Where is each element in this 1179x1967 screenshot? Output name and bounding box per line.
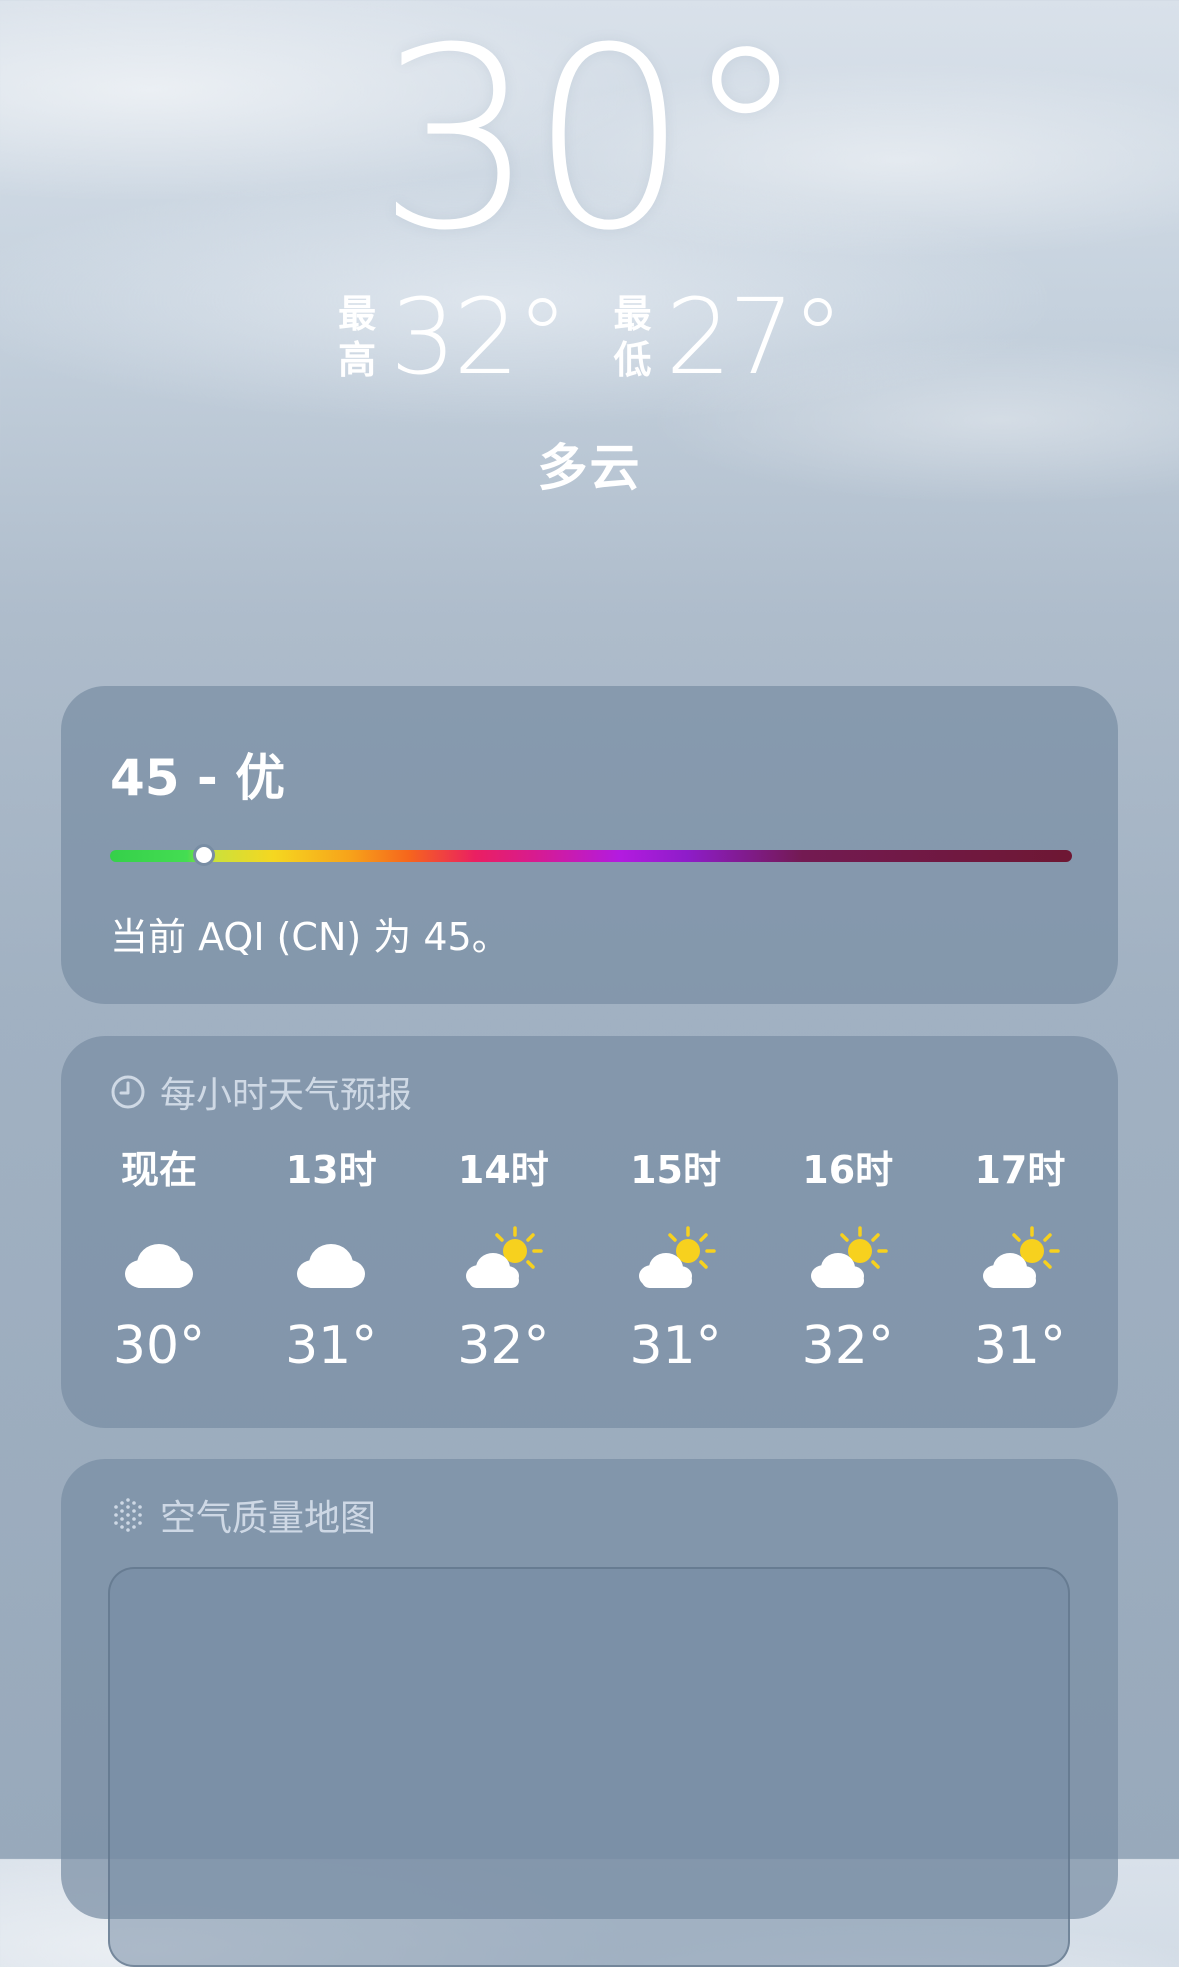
current-temperature: 30° [376, 0, 808, 285]
low-label-char-2: 低 [613, 338, 652, 382]
aqi-indicator-dot [193, 844, 216, 866]
hour-temperature: 30° [112, 1316, 206, 1376]
air-quality-map-card[interactable]: 空气质量地图 [61, 1459, 1118, 1967]
current-weather-header: 30° 最 高 32° 最 低 27° 多云 [0, 0, 1179, 560]
low-label-char-1: 最 [613, 292, 652, 336]
partly-sunny-icon [978, 1224, 1062, 1294]
low-temperature-value: 27° [665, 276, 844, 398]
hourly-item: 17时 31° [934, 1140, 1106, 1376]
weather-condition: 多云 [537, 439, 642, 497]
hourly-item: 14时 32° [417, 1140, 589, 1376]
high-label: 最 高 [338, 291, 376, 383]
partly-sunny-icon [634, 1224, 718, 1294]
air-quality-map-title: 空气质量地图 [160, 1498, 377, 1539]
hour-label: 16时 [802, 1148, 894, 1192]
low-label: 最 低 [614, 291, 652, 383]
air-quality-map-header: 空气质量地图 [110, 1489, 376, 1541]
clock-icon [111, 1075, 145, 1109]
hourly-item: 现在 30° [73, 1140, 245, 1376]
hour-temperature: 32° [457, 1316, 550, 1376]
hour-temperature: 32° [801, 1316, 894, 1376]
aqi-description: 当前 AQI (CN) 为 45。 [110, 915, 510, 959]
low-temperature-group: 最 低 27° [614, 276, 844, 398]
hourly-item: 15时 31° [590, 1140, 762, 1376]
cloud-icon [117, 1224, 201, 1294]
high-label-char-1: 最 [338, 292, 377, 336]
hourly-item: 16时 32° [762, 1140, 934, 1376]
hourly-forecast-header: 每小时天气预报 [110, 1066, 412, 1118]
hour-label: 14时 [457, 1148, 549, 1192]
air-quality-card[interactable]: 45 - 优 当前 AQI (CN) 为 45。 [61, 686, 1118, 1004]
hour-label: 17时 [974, 1148, 1066, 1192]
hourly-forecast-title: 每小时天气预报 [160, 1075, 413, 1116]
hour-temperature: 31° [285, 1316, 378, 1376]
partly-sunny-icon [806, 1224, 890, 1294]
high-label-char-2: 高 [338, 338, 377, 382]
cloud-icon [289, 1224, 373, 1294]
hour-temperature: 31° [973, 1316, 1067, 1376]
high-temperature-value: 32° [390, 276, 568, 398]
dots-grid-icon [114, 1498, 142, 1532]
hourly-forecast-card[interactable]: 每小时天气预报 现在 30° 13时 31° 14时 32° 15时 31° 1… [61, 1036, 1118, 1428]
hourly-forecast-list[interactable]: 现在 30° 13时 31° 14时 32° 15时 31° 16时 32° 1… [73, 1140, 1106, 1376]
aqi-scale-bar [110, 850, 1072, 862]
hourly-item: 13时 31° [245, 1140, 417, 1376]
high-temperature-group: 最 高 32° [338, 276, 568, 398]
hour-label: 15时 [630, 1148, 721, 1192]
hour-label: 13时 [285, 1148, 377, 1192]
partly-sunny-icon [461, 1224, 545, 1294]
aqi-headline: 45 - 优 [110, 749, 286, 807]
high-low-row: 最 高 32° 最 低 27° [0, 282, 1179, 392]
hour-label: 现在 [120, 1148, 197, 1192]
hour-temperature: 31° [629, 1316, 722, 1376]
air-quality-map[interactable] [108, 1567, 1070, 1967]
